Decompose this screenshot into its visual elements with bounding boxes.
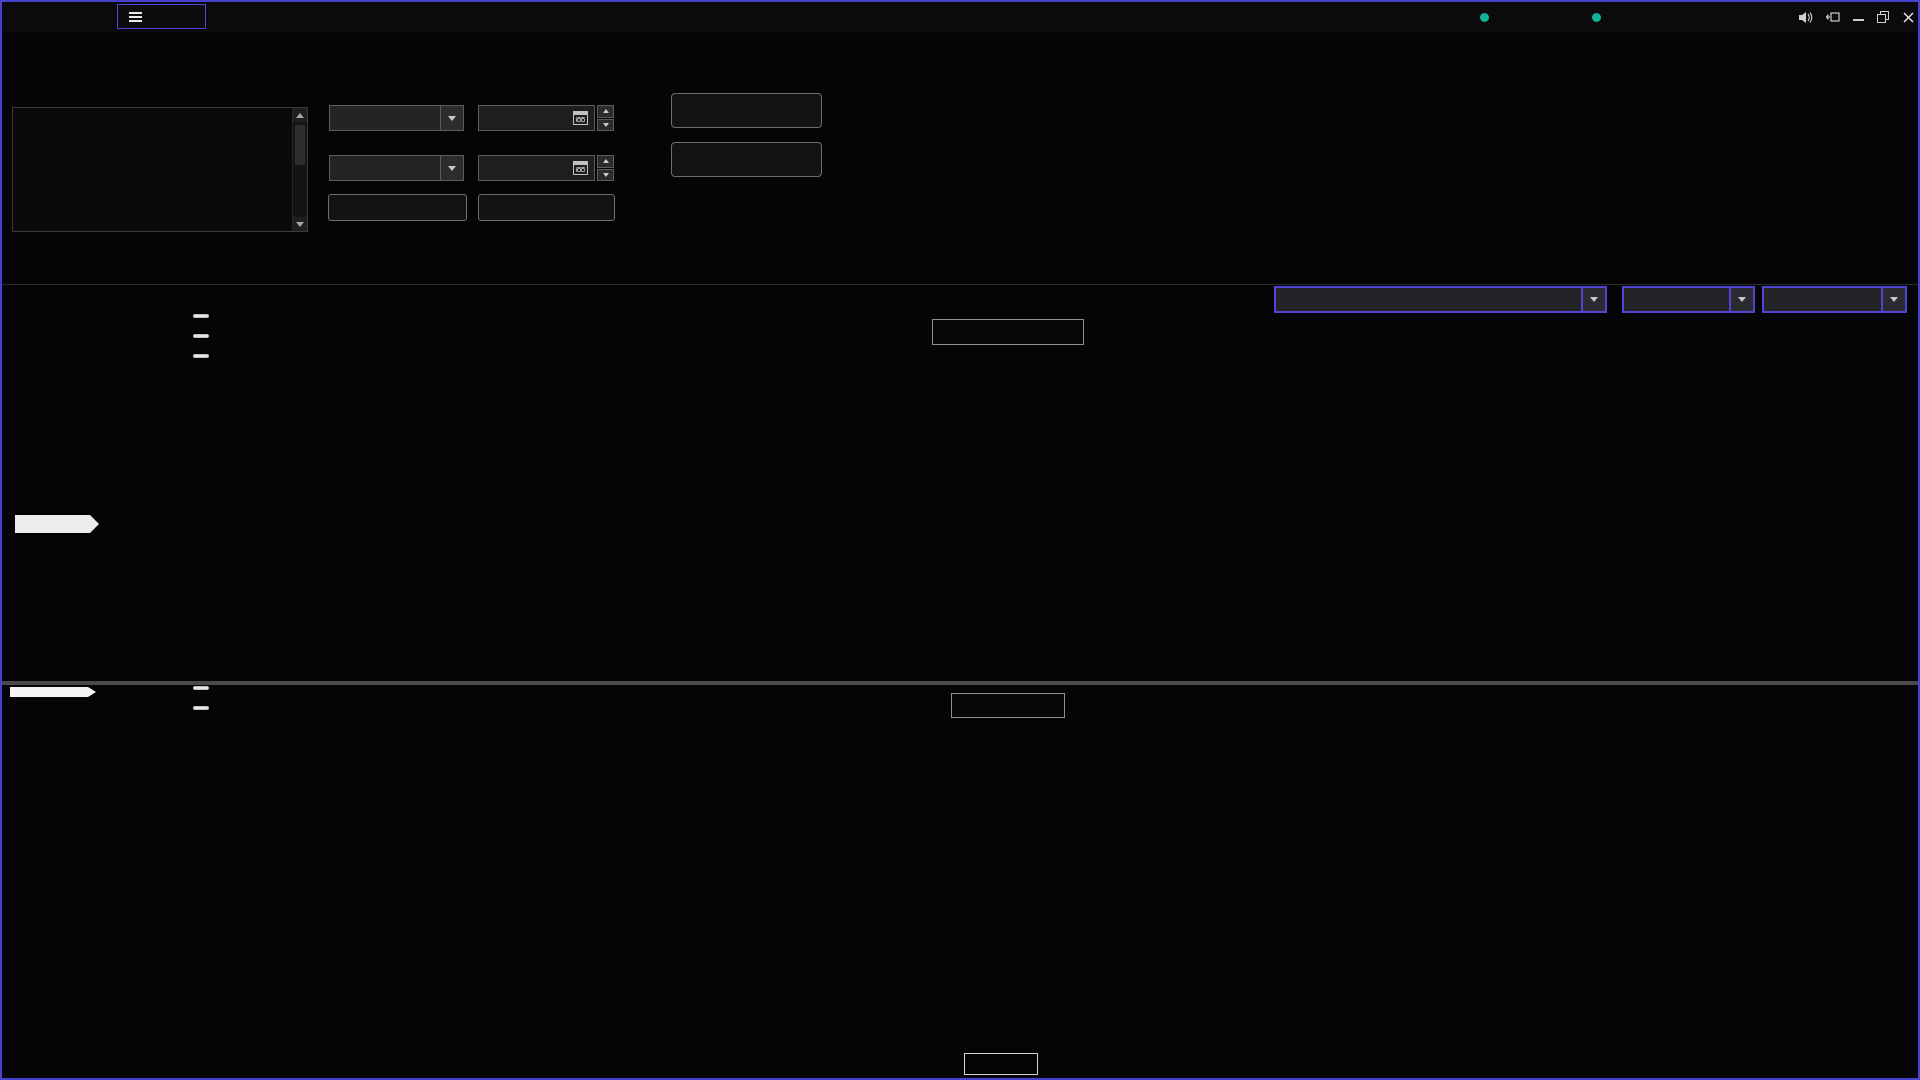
top-chart-title [932, 319, 1084, 345]
legend2-avg-pnl-value [193, 686, 209, 690]
crosshair-x-value-callout [964, 1053, 1038, 1075]
legend-pos-avg-pnl-value [193, 334, 209, 338]
chart-h-scrollbar-thumb[interactable] [10, 687, 96, 697]
crosshair-y-value-callout [15, 515, 99, 533]
legend-avg-pnl-value [193, 314, 209, 318]
charts-canvas [2, 2, 1920, 1080]
legend-neg-avg-pnl-value [193, 354, 209, 358]
bottom-chart-title [951, 693, 1065, 718]
app-window [0, 0, 1920, 1080]
legend2-pos-avg-pnl-value [193, 706, 209, 710]
chart-splitter[interactable] [2, 681, 1918, 685]
